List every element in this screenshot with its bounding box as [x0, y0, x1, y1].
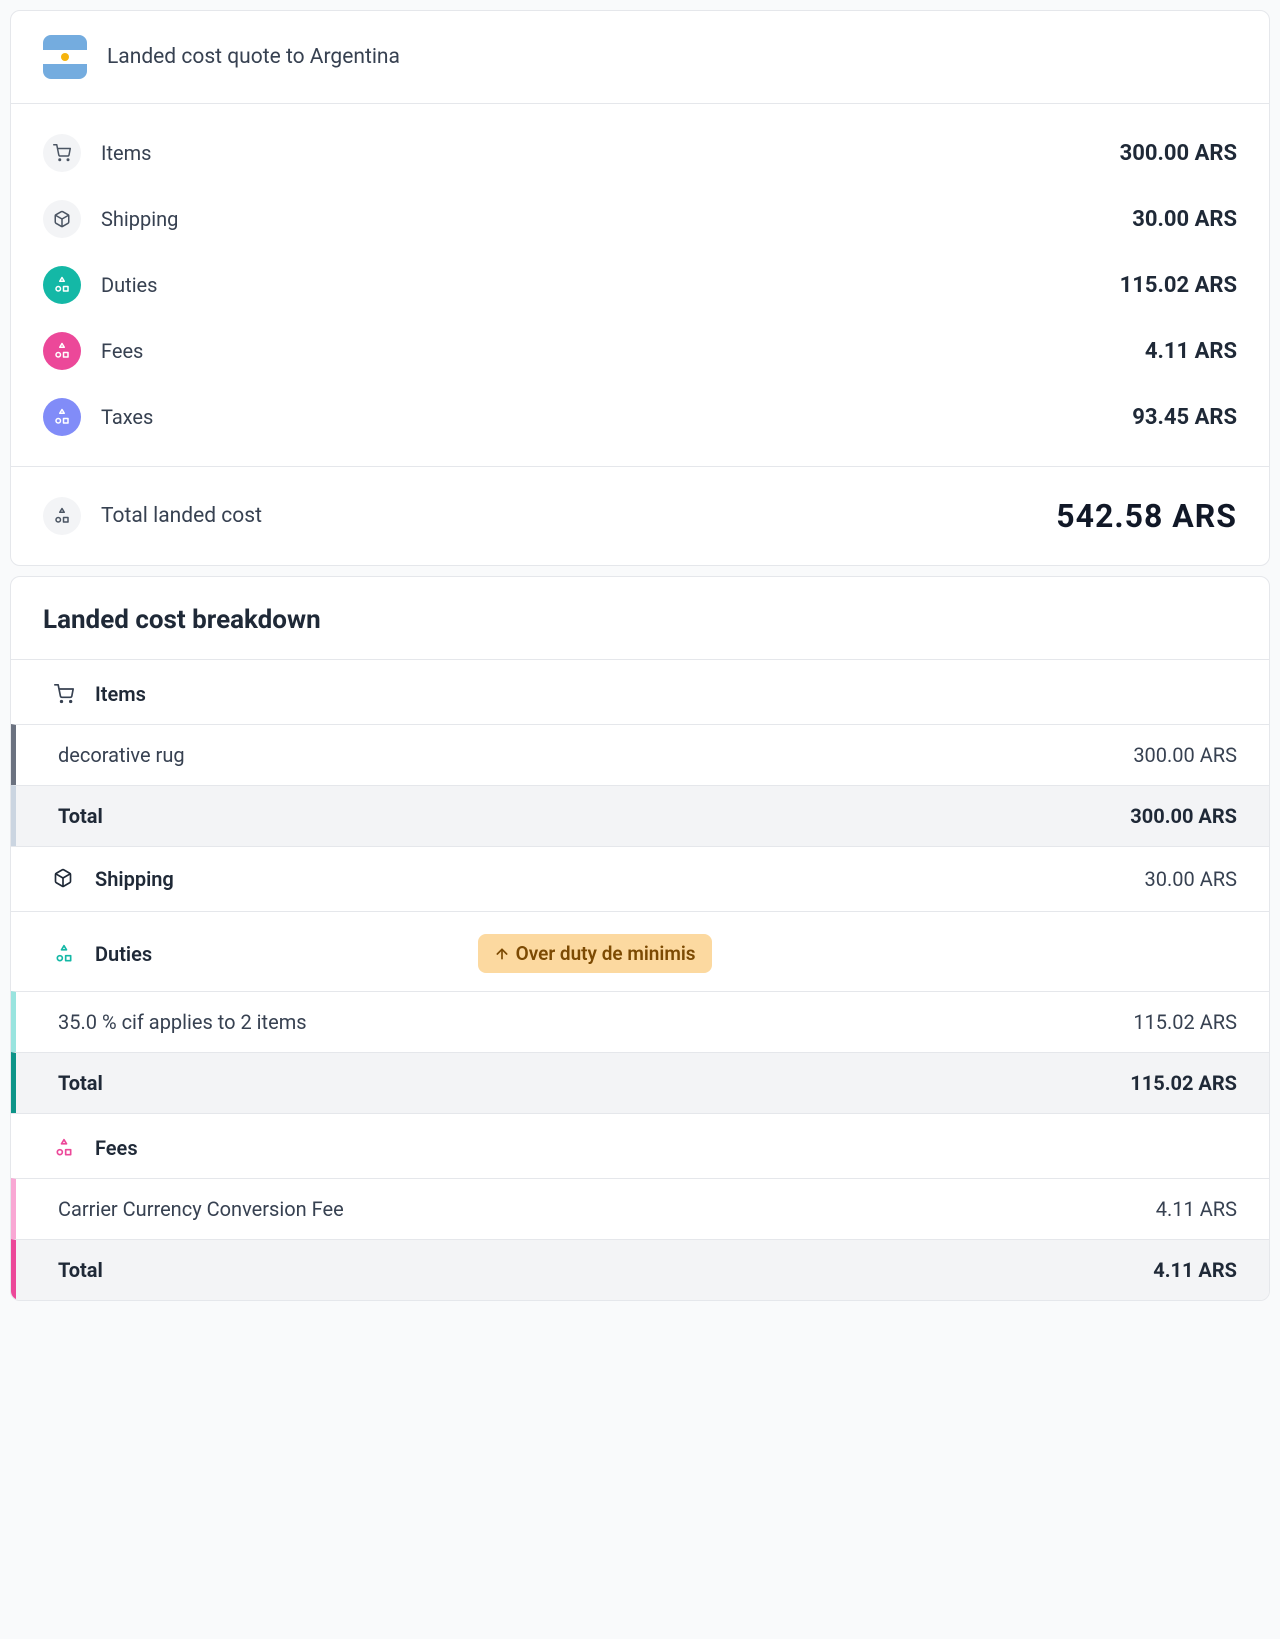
duty-line-label: 35.0 % cif applies to 2 items — [58, 1010, 307, 1034]
box-icon — [43, 200, 81, 238]
breakdown-items-heading: Items — [11, 660, 1269, 724]
argentina-flag-icon — [43, 35, 87, 79]
badge-text: Over duty de minimis — [516, 942, 696, 965]
items-value: 300.00 ARS — [1120, 141, 1237, 166]
breakdown-duties-line: 35.0 % cif applies to 2 items 115.02 ARS — [11, 991, 1269, 1052]
breakdown-fees-line: Carrier Currency Conversion Fee 4.11 ARS — [11, 1178, 1269, 1239]
breakdown-shipping-row: Shipping 30.00 ARS — [11, 846, 1269, 911]
fees-value: 4.11 ARS — [1145, 339, 1237, 364]
breakdown-header: Landed cost breakdown — [11, 577, 1269, 660]
taxes-value: 93.45 ARS — [1132, 405, 1237, 430]
de-minimis-badge: Over duty de minimis — [478, 934, 712, 973]
box-icon — [53, 868, 75, 890]
cart-icon — [53, 683, 75, 705]
fees-total-label: Total — [58, 1258, 103, 1282]
items-total-label: Total — [58, 804, 103, 828]
taxes-label: Taxes — [101, 405, 153, 429]
duties-total-label: Total — [58, 1071, 103, 1095]
shapes-icon — [53, 1137, 75, 1159]
shipping-heading-value: 30.00 ARS — [1145, 867, 1237, 891]
item-name: decorative rug — [58, 743, 185, 767]
items-total-value: 300.00 ARS — [1130, 804, 1237, 828]
shapes-icon — [43, 398, 81, 436]
summary-row-duties: Duties 115.02 ARS — [43, 252, 1237, 318]
total-label: Total landed cost — [101, 504, 262, 528]
summary-row-items: Items 300.00 ARS — [43, 120, 1237, 186]
quote-title: Landed cost quote to Argentina — [107, 45, 400, 69]
arrow-up-icon — [494, 946, 510, 962]
summary-row-shipping: Shipping 30.00 ARS — [43, 186, 1237, 252]
fees-label: Fees — [101, 339, 143, 363]
item-value: 300.00 ARS — [1133, 743, 1237, 767]
shipping-label: Shipping — [101, 207, 178, 231]
total-section: Total landed cost 542.58 ARS — [11, 466, 1269, 565]
landed-cost-breakdown-card: Landed cost breakdown Items decorative r… — [10, 576, 1270, 1301]
shipping-heading-label: Shipping — [95, 867, 174, 891]
items-label: Items — [101, 141, 151, 165]
fee-line-value: 4.11 ARS — [1156, 1197, 1237, 1221]
duties-label: Duties — [101, 273, 157, 297]
shapes-icon — [53, 943, 75, 965]
shapes-icon — [43, 266, 81, 304]
breakdown-duties-total: Total 115.02 ARS — [11, 1052, 1269, 1113]
cart-icon — [43, 134, 81, 172]
breakdown-title: Landed cost breakdown — [43, 605, 1237, 635]
breakdown-fees-total: Total 4.11 ARS — [11, 1239, 1269, 1300]
duties-heading-label: Duties — [95, 942, 152, 966]
quote-header: Landed cost quote to Argentina — [11, 11, 1269, 104]
shapes-icon — [43, 332, 81, 370]
fees-heading-label: Fees — [95, 1136, 138, 1160]
landed-cost-quote-card: Landed cost quote to Argentina Items 300… — [10, 10, 1270, 566]
items-heading-label: Items — [95, 682, 146, 706]
breakdown-items-total: Total 300.00 ARS — [11, 785, 1269, 846]
duties-total-value: 115.02 ARS — [1130, 1071, 1237, 1095]
breakdown-fees-heading: Fees — [11, 1113, 1269, 1178]
shipping-value: 30.00 ARS — [1132, 207, 1237, 232]
duty-line-value: 115.02 ARS — [1133, 1010, 1237, 1034]
quote-summary: Items 300.00 ARS Shipping 30.00 ARS Duti… — [11, 104, 1269, 466]
breakdown-duties-heading: Duties Over duty de minimis — [11, 911, 1269, 991]
breakdown-items-line: decorative rug 300.00 ARS — [11, 724, 1269, 785]
duties-value: 115.02 ARS — [1120, 273, 1237, 298]
shapes-icon — [43, 497, 81, 535]
fee-line-label: Carrier Currency Conversion Fee — [58, 1197, 344, 1221]
summary-row-fees: Fees 4.11 ARS — [43, 318, 1237, 384]
fees-total-value: 4.11 ARS — [1153, 1258, 1237, 1282]
summary-row-taxes: Taxes 93.45 ARS — [43, 384, 1237, 450]
total-value: 542.58 ARS — [1056, 497, 1237, 535]
